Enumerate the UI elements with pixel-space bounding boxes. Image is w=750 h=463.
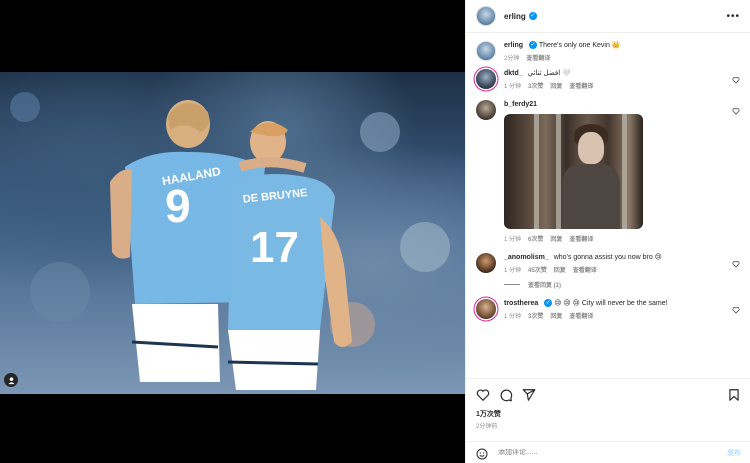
comment-username[interactable]: _anomolism_ <box>504 254 549 261</box>
gif-bar <box>622 114 627 229</box>
comment-gif[interactable] <box>504 114 643 229</box>
action-bar: 1万次赞 2分钟前 <box>466 378 750 430</box>
verified-icon: ✓ <box>529 41 538 50</box>
comment-username[interactable]: b_ferdy21 <box>504 101 537 108</box>
comment-time[interactable]: 1 分钟 <box>504 265 521 274</box>
translate-link[interactable]: 查看翻译 <box>569 81 593 90</box>
comment-likes[interactable]: 3次赞 <box>528 311 543 320</box>
caption-text: There's only one Kevin 👑 <box>538 42 621 49</box>
comments-list[interactable]: erling ✓ There's only one Kevin 👑 2分钟 查看翻… <box>466 33 750 378</box>
heart-icon[interactable] <box>732 71 740 84</box>
avatar[interactable] <box>476 69 496 89</box>
comment-item: _anomolism_ who's gonna assist you now b… <box>476 253 740 274</box>
heart-icon[interactable] <box>476 388 490 402</box>
caption-username[interactable]: erling <box>504 42 523 49</box>
likes-count[interactable]: 1万次赞 <box>476 409 741 419</box>
translate-link[interactable]: 查看翻译 <box>569 311 593 320</box>
reply-button[interactable]: 回复 <box>550 234 562 243</box>
svg-text:9: 9 <box>165 180 191 232</box>
comment-text: 😢 😢 😢 City will never be the same! <box>554 300 668 307</box>
post-time[interactable]: 2分钟前 <box>476 421 741 430</box>
caption-time[interactable]: 2分钟 <box>504 53 519 62</box>
comment-item: trostherea ✓ 😢 😢 😢 City will never be the… <box>476 299 740 320</box>
comment-item: dktd_ افضل ثنائي 🤍 1 分钟 3次赞 回复 查看翻译 <box>476 69 740 90</box>
comment-likes[interactable]: 3次赞 <box>528 81 543 90</box>
bookmark-icon[interactable] <box>727 388 741 402</box>
heart-icon[interactable] <box>732 301 740 314</box>
emoji-icon[interactable] <box>476 447 488 459</box>
translate-link[interactable]: 查看翻译 <box>526 53 550 62</box>
post-modal: HAALAND 9 DE BRUYNE 17 erling ✓ ••• erli… <box>0 0 750 463</box>
translate-link[interactable]: 查看翻译 <box>569 234 593 243</box>
comment-text: افضل ثنائي 🤍 <box>527 70 571 77</box>
comment-icon[interactable] <box>499 388 513 402</box>
comment-time[interactable]: 1 分钟 <box>504 81 521 90</box>
gif-bar <box>556 114 561 229</box>
gif-figure <box>578 132 604 164</box>
translate-link[interactable]: 查看翻译 <box>573 265 597 274</box>
author-username[interactable]: erling <box>504 12 526 21</box>
post-button[interactable]: 发布 <box>727 448 741 458</box>
comment-input[interactable] <box>498 449 727 456</box>
reply-button[interactable]: 回复 <box>550 311 562 320</box>
reply-button[interactable]: 回复 <box>550 81 562 90</box>
share-icon[interactable] <box>522 388 536 402</box>
verified-icon: ✓ <box>544 299 553 308</box>
gif-bar <box>534 114 539 229</box>
avatar[interactable] <box>476 299 496 319</box>
view-replies-label: 查看回复 (1) <box>528 283 562 289</box>
heart-icon[interactable] <box>732 102 740 115</box>
post-header: erling ✓ ••• <box>466 0 750 33</box>
heart-icon[interactable] <box>732 255 740 268</box>
post-media[interactable]: HAALAND 9 DE BRUYNE 17 <box>0 0 465 463</box>
add-comment-bar: 发布 <box>466 441 750 463</box>
user-icon[interactable] <box>4 373 18 387</box>
svg-text:17: 17 <box>250 223 299 272</box>
replies-divider <box>504 284 520 285</box>
avatar[interactable] <box>476 253 496 273</box>
post-panel: erling ✓ ••• erling ✓ There's only one Ke… <box>465 0 750 463</box>
gif-figure <box>562 164 620 229</box>
caption: erling ✓ There's only one Kevin 👑 2分钟 查看翻… <box>476 41 740 62</box>
comment-likes[interactable]: 45次赞 <box>528 265 547 274</box>
avatar[interactable] <box>476 6 496 26</box>
comment-item: b_ferdy21 1 分钟 6次赞 回复 查看翻译 <box>476 100 740 243</box>
comment-username[interactable]: dktd_ <box>504 70 523 77</box>
avatar[interactable] <box>476 100 496 120</box>
comment-username[interactable]: trostherea <box>504 300 538 307</box>
comment-text: who's gonna assist you now bro 😢 <box>553 254 662 261</box>
verified-icon: ✓ <box>528 12 537 20</box>
comment-time[interactable]: 1 分钟 <box>504 234 521 243</box>
players-illustration: HAALAND 9 DE BRUYNE 17 <box>110 100 352 390</box>
post-photo[interactable]: HAALAND 9 DE BRUYNE 17 <box>0 72 465 394</box>
more-options-icon[interactable]: ••• <box>726 11 740 22</box>
comment-time[interactable]: 1 分钟 <box>504 311 521 320</box>
avatar[interactable] <box>476 41 496 61</box>
reply-button[interactable]: 回复 <box>554 265 566 274</box>
view-replies-button[interactable]: 查看回复 (1) <box>504 280 740 289</box>
comment-likes[interactable]: 6次赞 <box>528 234 543 243</box>
